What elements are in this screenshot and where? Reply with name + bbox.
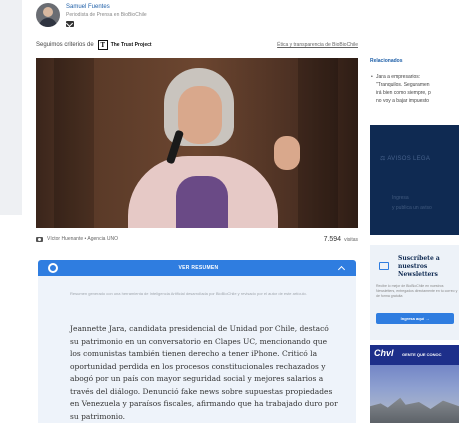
legal-notices-line: Ingresa — [392, 195, 409, 201]
promo-skyline — [370, 397, 459, 423]
left-gutter — [0, 0, 22, 215]
related-item-line: "Tranquilos. Seguramen — [376, 82, 430, 88]
promo-banner[interactable]: Chvl GENTE QUE CONOC — [370, 345, 459, 423]
photo-bg-panel — [54, 58, 94, 228]
summary-text: Jeannette Jara, candidata presidencial d… — [70, 324, 338, 421]
author-block: Samuel Fuentes Periodista de Prensa en B… — [36, 3, 147, 27]
camera-icon — [36, 236, 43, 242]
chevron-up-icon[interactable] — [337, 265, 346, 273]
author-name[interactable]: Samuel Fuentes — [66, 3, 147, 11]
summary-toggle-label: VER RESUMEN — [178, 265, 219, 271]
ethics-link[interactable]: Ética y transparencia de BioBioChile — [277, 42, 358, 48]
newsletter-card: Suscríbete a nuestros Newsletters Recibe… — [370, 245, 459, 340]
trust-project-icon: T — [97, 40, 108, 50]
promo-header: Chvl GENTE QUE CONOC — [370, 345, 459, 365]
photo-hand — [274, 136, 300, 170]
trust-project-logo[interactable]: T The Trust Project — [97, 40, 152, 50]
mail-icon[interactable] — [66, 21, 74, 27]
photo-credit: Víctor Huenante • Agencia UNO — [47, 236, 118, 242]
photo-shirt — [176, 176, 228, 228]
trust-project-name: The Trust Project — [110, 42, 152, 48]
promo-logo: Chvl — [374, 348, 394, 358]
views-count: 7.594 — [323, 235, 342, 243]
newsletter-title: Suscríbete a nuestros Newsletters — [398, 255, 440, 278]
sidebar: Relacionados Jara a empresarios: "Tranqu… — [370, 0, 459, 423]
photo-face — [178, 86, 222, 144]
legal-notices-line: y publica un aviso — [392, 205, 432, 211]
legal-notices-title: ⚖ AVISOS LEGA — [380, 156, 431, 162]
summary-panel: Resumen generado con una herramienta de … — [38, 276, 356, 423]
related-item-line: no voy a bajar impuesto — [376, 98, 430, 104]
newsletter-description: Recibe lo mejor de BioBioChile en nuestr… — [376, 284, 458, 298]
trust-criteria: Seguimos criterios de T The Trust Projec… — [36, 39, 358, 51]
related-item[interactable]: Jara a empresarios: "Tranquilos. Seguram… — [371, 73, 459, 105]
summary-toggle[interactable]: VER RESUMEN — [38, 260, 356, 276]
avatar[interactable] — [36, 3, 60, 27]
author-info: Samuel Fuentes Periodista de Prensa en B… — [66, 3, 147, 27]
article-photo — [36, 58, 358, 228]
views-counter: 7.594 visitas — [324, 236, 358, 243]
ai-summary-icon — [48, 263, 58, 273]
legal-notices-ad[interactable]: ⚖ AVISOS LEGA Ingresa y publica un aviso — [370, 125, 459, 235]
photo-bg-panel — [298, 58, 338, 228]
envelope-icon — [379, 262, 389, 270]
photo-credit-row: Víctor Huenante • Agencia UNO 7.594 visi… — [36, 233, 358, 245]
summary-disclaimer: Resumen generado con una herramienta de … — [70, 291, 307, 296]
views-label: visitas — [344, 236, 358, 243]
newsletter-button[interactable]: Ingresa aquí → — [376, 313, 454, 324]
promo-text: GENTE QUE CONOC — [402, 352, 442, 357]
related-item-line: irá bien como siempre, p — [376, 90, 431, 96]
criteria-label: Seguimos criterios de — [36, 42, 94, 48]
related-item-line: Jara a empresarios: — [376, 74, 421, 80]
related-title: Relacionados — [370, 58, 403, 64]
author-role: Periodista de Prensa en BioBioChile — [66, 12, 147, 18]
